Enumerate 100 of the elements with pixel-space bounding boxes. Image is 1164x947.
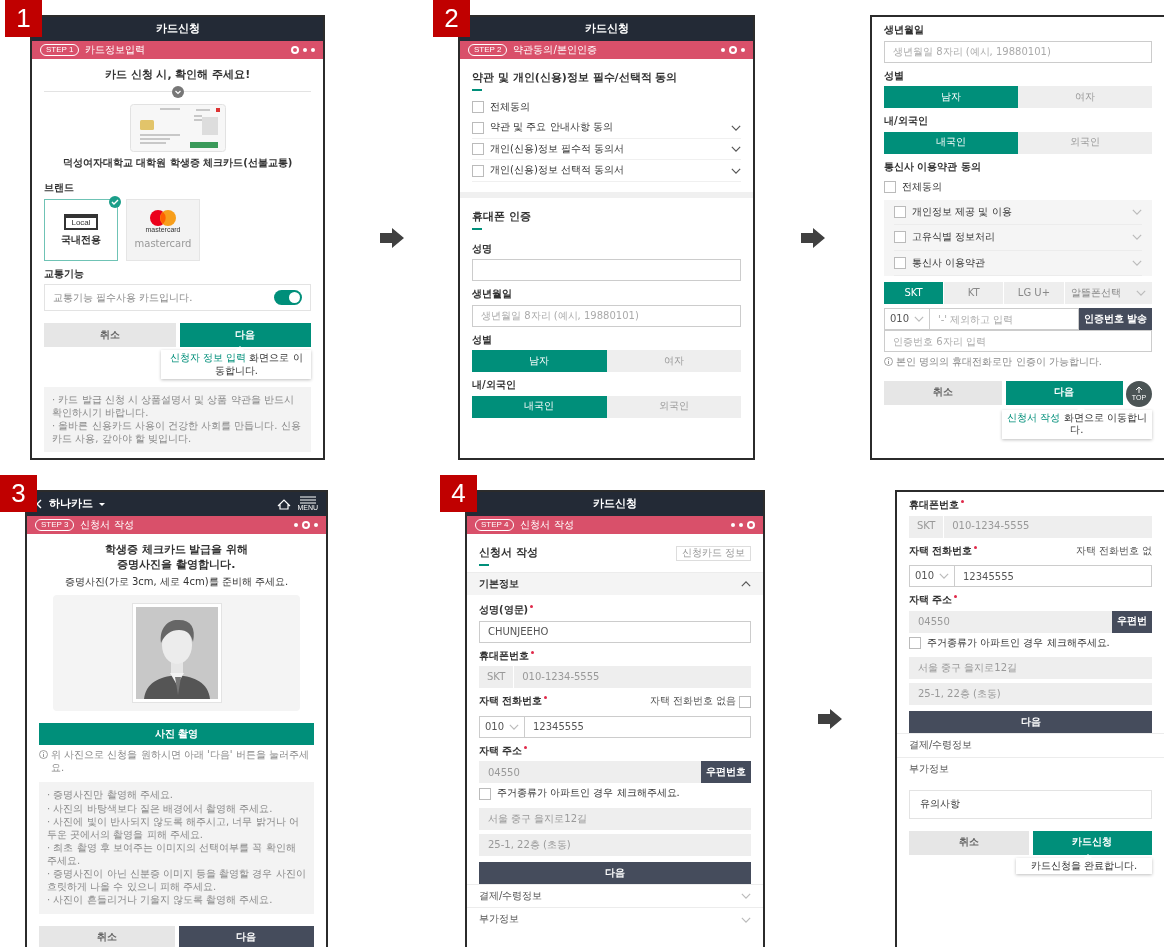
subheading: 증명사진(가로 3cm, 세로 4cm)를 준비해 주세요.	[63, 575, 290, 589]
prefix-select[interactable]: 010	[909, 565, 955, 587]
caret-icon[interactable]	[99, 502, 105, 506]
checkbox[interactable]	[472, 143, 484, 155]
carrier-tab[interactable]: SKT	[884, 282, 945, 304]
brand-title[interactable]: 하나카드	[49, 497, 93, 511]
checkbox-label[interactable]: 통신사 이용약관	[912, 256, 986, 269]
text-field[interactable]: CHUNJEEHO	[479, 620, 751, 643]
text-field[interactable]: 생년월일 8자리 (예시, 19880101)	[884, 40, 1152, 63]
checkbox[interactable]	[472, 101, 484, 113]
collapse-icon[interactable]	[171, 85, 184, 98]
step-number: 1	[5, 0, 42, 37]
chevron-down-icon	[1132, 259, 1142, 266]
toggle-option[interactable]: 남자	[472, 350, 607, 372]
checkbox-label[interactable]: 고유식별 정보처리	[912, 231, 996, 244]
checkbox-label[interactable]: 개인(신용)정보 선택적 동의서	[490, 164, 625, 177]
info-text: 본인 명의의 휴대전화로만 인증이 가능합니다.	[896, 356, 1102, 369]
dropdown[interactable]: 유의사항	[909, 790, 1152, 819]
action-button[interactable]: 다음	[479, 861, 751, 884]
arrow-up-icon	[1135, 385, 1143, 394]
cancel-button[interactable]: 취소	[39, 925, 175, 947]
next-button[interactable]: 카드신청	[1032, 830, 1152, 855]
notice-item: · 최초 촬영 후 보여주는 이미지의 선택여부를 꼭 확인해 주세요.	[47, 842, 297, 868]
notice-item: · 사진에 빛이 반사되지 않도록 해주시고, 너무 밝거나 어두운 곳에서의 촬영을 피해 주세요.	[47, 816, 300, 842]
checkbox-label[interactable]: 자택 전화번호 없음	[649, 695, 736, 708]
checkbox[interactable]	[894, 205, 906, 218]
zip-button[interactable]: 우편번	[1112, 610, 1152, 633]
zip-button[interactable]: 우편번호	[701, 761, 751, 784]
next-button[interactable]: 다음	[179, 323, 311, 348]
text-field[interactable]	[472, 259, 741, 281]
checkbox-label[interactable]: 주거종류가 아파트인 경우 체크해주세요.	[497, 787, 680, 800]
field-label: 성별	[884, 69, 904, 82]
field-label: 통신사 이용약관 동의	[884, 160, 981, 173]
checkbox-label[interactable]: 개인정보 제공 및 이용	[912, 205, 1012, 218]
text-field[interactable]: 생년월일 8자리 (예시, 19880101)	[472, 304, 741, 327]
toggle-switch[interactable]	[274, 290, 302, 306]
chevron-down-icon	[1132, 208, 1142, 215]
prefix-select[interactable]: 010	[884, 308, 930, 330]
toggle-option[interactable]: 내국인	[884, 131, 1018, 154]
checkbox-label[interactable]: 전체동의	[490, 100, 530, 114]
cancel-button[interactable]: 취소	[909, 830, 1029, 855]
phone-field[interactable]: 12345555	[525, 715, 751, 738]
toggle-option[interactable]: 남자	[884, 86, 1018, 108]
brand-option[interactable]: Local 국내전용	[44, 198, 118, 261]
overlapping-circles-icon	[150, 209, 176, 226]
prefix-select[interactable]: 010	[479, 715, 525, 738]
toggle-option[interactable]: 내국인	[472, 395, 607, 418]
checkbox[interactable]	[472, 121, 484, 134]
readonly-field: 010-1234-5555	[943, 515, 1038, 538]
checkbox-label[interactable]: 주거종류가 아파트인 경우 체크해주세요.	[927, 636, 1110, 649]
field-label: 브랜드	[44, 182, 74, 195]
heading: 학생증 체크카드 발급을 위해 증명사진을 촬영합니다.	[103, 543, 250, 573]
step-label: 신청서 작성	[520, 518, 574, 532]
field-label: 휴대폰번호	[909, 499, 959, 512]
readonly-field: SKT	[479, 671, 514, 684]
card-icon: Local	[64, 213, 98, 230]
field-label: 내/외국인	[884, 115, 928, 128]
phone-field[interactable]: 12345555	[955, 565, 1152, 587]
section-title: 약관 및 개인(신용)정보 필수/선택적 동의	[472, 71, 679, 85]
accordion-header[interactable]: 부가정보	[897, 756, 1164, 780]
send-code-button[interactable]: 인증번호 발송	[1078, 308, 1152, 330]
checkbox[interactable]	[894, 231, 906, 244]
next-button[interactable]: 다음	[178, 925, 314, 947]
chevron-down-icon	[1136, 290, 1146, 296]
step-label: 카드정보입력	[85, 43, 146, 57]
field-label: 자택 주소	[909, 594, 953, 607]
action-button[interactable]: 다음	[909, 711, 1152, 733]
checkbox[interactable]	[479, 787, 491, 800]
checkbox-label[interactable]: 전체동의	[902, 181, 942, 194]
back-icon[interactable]	[35, 499, 43, 509]
checkbox[interactable]	[894, 256, 906, 269]
step-number: 4	[440, 475, 477, 512]
checkbox[interactable]	[472, 164, 484, 177]
checkbox-label[interactable]: 약관 및 주요 안내사항 동의	[490, 121, 613, 134]
next-button[interactable]: 다음	[1005, 380, 1123, 405]
action-button[interactable]: 사진 촬영	[39, 723, 314, 746]
notice-item: · 증명사진만 촬영해 주세요.	[47, 789, 174, 802]
section-title: 신청서 작성	[479, 546, 538, 560]
checkbox-label[interactable]: 자택 전화번호 없	[1075, 544, 1152, 557]
info-icon	[884, 357, 893, 366]
info-icon	[39, 750, 48, 760]
cancel-button[interactable]: 취소	[44, 323, 176, 348]
accordion-header[interactable]: 결제/수령정보	[467, 883, 763, 908]
text-field[interactable]: 인증번호 6자리 입력	[884, 330, 1152, 352]
field-label: 교통기능	[44, 267, 84, 281]
checkbox[interactable]	[909, 636, 921, 649]
accordion-header[interactable]: 부가정보	[467, 907, 763, 931]
accordion-header[interactable]: 결제/수령정보	[897, 733, 1164, 757]
field-label: 자택 전화번호	[909, 544, 973, 557]
cancel-button[interactable]: 취소	[884, 380, 1002, 405]
checkbox[interactable]	[739, 695, 751, 708]
step-label: 신청서 작성	[80, 518, 134, 532]
phone-field[interactable]: '-' 제외하고 입력	[930, 308, 1079, 330]
chevron-down-icon	[509, 723, 519, 730]
accordion-header[interactable]: 기본정보	[467, 571, 763, 596]
chevron-down-icon	[914, 316, 924, 322]
checkbox[interactable]	[884, 181, 896, 194]
field-label: 자택 주소	[479, 744, 523, 758]
home-icon[interactable]	[277, 498, 292, 510]
checkbox-label[interactable]: 개인(신용)정보 필수적 동의서	[490, 142, 625, 156]
